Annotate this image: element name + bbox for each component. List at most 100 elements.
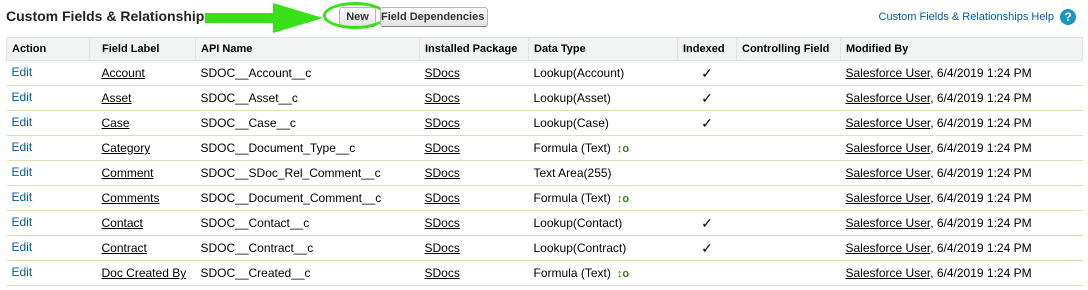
column-header-api-name[interactable]: API Name: [195, 37, 420, 61]
package-link[interactable]: SDocs: [425, 66, 460, 80]
section-header: Custom Fields & Relationships New Field …: [0, 0, 1088, 36]
api-name: SDOC__Document_Comment__c: [195, 185, 420, 211]
modified-by-user-link[interactable]: Salesforce User: [846, 66, 931, 80]
package-link[interactable]: SDocs: [425, 91, 460, 105]
data-type: Text Area(255): [533, 166, 612, 180]
indexed-check: ✓: [677, 110, 737, 136]
data-type: Lookup(Asset): [533, 91, 611, 105]
indexed-check: [677, 260, 737, 286]
indexed-check: ✓: [677, 235, 737, 261]
field-label-link[interactable]: Contact: [102, 216, 143, 230]
table-row: Edit Asset SDOC__Asset__c SDocs Lookup(A…: [6, 85, 1083, 111]
field-label-link[interactable]: Comments: [102, 191, 160, 205]
table-row: Edit Contact SDOC__Contact__c SDocs Look…: [6, 210, 1083, 236]
table-row: Edit Comments SDOC__Document_Comment__c …: [6, 185, 1083, 211]
indexed-check: ✓: [677, 85, 737, 111]
formula-icon: ↕o: [616, 143, 630, 155]
api-name: SDOC__Case__c: [195, 110, 420, 136]
controlling-field: [736, 135, 841, 161]
controlling-field: [736, 85, 841, 111]
edit-link[interactable]: Edit: [12, 165, 33, 179]
edit-link[interactable]: Edit: [12, 265, 33, 279]
indexed-check: [677, 160, 737, 186]
field-label-link[interactable]: Account: [102, 66, 145, 80]
column-header-data-type[interactable]: Data Type: [528, 37, 678, 61]
data-type: Formula (Text): [533, 191, 611, 205]
data-type: Formula (Text): [533, 266, 611, 280]
field-dependencies-label: Field Dependencies: [381, 11, 485, 23]
modified-by-user-link[interactable]: Salesforce User: [846, 141, 931, 155]
modified-by-user-link[interactable]: Salesforce User: [846, 91, 931, 105]
column-header-action[interactable]: Action: [6, 37, 90, 61]
column-header-field-label[interactable]: Field Label: [89, 37, 196, 61]
field-label-link[interactable]: Contract: [102, 241, 147, 255]
package-link[interactable]: SDocs: [425, 166, 460, 180]
modified-date: , 6/4/2019 1:24 PM: [930, 166, 1032, 180]
edit-link[interactable]: Edit: [12, 190, 33, 204]
field-label-link[interactable]: Category: [102, 141, 151, 155]
modified-by-user-link[interactable]: Salesforce User: [846, 266, 931, 280]
data-type: Lookup(Account): [533, 66, 625, 80]
api-name: SDOC__Account__c: [195, 60, 420, 86]
edit-link[interactable]: Edit: [12, 65, 33, 79]
data-type: Lookup(Case): [533, 116, 609, 130]
controlling-field: [736, 210, 841, 236]
edit-link[interactable]: Edit: [12, 90, 33, 104]
edit-link[interactable]: Edit: [12, 140, 33, 154]
modified-by-user-link[interactable]: Salesforce User: [846, 116, 931, 130]
modified-by-user-link[interactable]: Salesforce User: [846, 216, 931, 230]
modified-date: , 6/4/2019 1:24 PM: [930, 116, 1032, 130]
formula-icon: ↕o: [616, 193, 630, 205]
indexed-check: [677, 185, 737, 211]
column-header-modified-by[interactable]: Modified By: [840, 37, 1083, 61]
package-link[interactable]: SDocs: [425, 141, 460, 155]
table-row: Edit Comment SDOC__SDoc_Rel_Comment__c S…: [6, 160, 1083, 186]
data-type: Formula (Text): [533, 141, 611, 155]
modified-date: , 6/4/2019 1:24 PM: [930, 141, 1032, 155]
indexed-check: ✓: [677, 210, 737, 236]
modified-date: , 6/4/2019 1:24 PM: [930, 241, 1032, 255]
edit-link[interactable]: Edit: [12, 240, 33, 254]
field-label-link[interactable]: Asset: [102, 91, 132, 105]
modified-date: , 6/4/2019 1:24 PM: [930, 191, 1032, 205]
package-link[interactable]: SDocs: [425, 241, 460, 255]
section-title: Custom Fields & Relationships: [6, 8, 213, 24]
api-name: SDOC__SDoc_Rel_Comment__c: [195, 160, 420, 186]
api-name: SDOC__Contact__c: [195, 210, 420, 236]
package-link[interactable]: SDocs: [425, 191, 460, 205]
modified-by-user-link[interactable]: Salesforce User: [846, 241, 931, 255]
table-row: Edit Contract SDOC__Contract__c SDocs Lo…: [6, 235, 1083, 261]
indexed-check: [677, 135, 737, 161]
table-row: Edit Case SDOC__Case__c SDocs Lookup(Cas…: [6, 110, 1083, 136]
api-name: SDOC__Contract__c: [195, 235, 420, 261]
data-type: Lookup(Contract): [533, 241, 627, 255]
field-label-link[interactable]: Comment: [102, 166, 154, 180]
controlling-field: [736, 160, 841, 186]
api-name: SDOC__Asset__c: [195, 85, 420, 111]
modified-date: , 6/4/2019 1:24 PM: [930, 91, 1032, 105]
package-link[interactable]: SDocs: [425, 266, 460, 280]
annotation-circle: [323, 2, 387, 29]
column-header-controlling-field[interactable]: Controlling Field: [736, 37, 841, 61]
field-label-link[interactable]: Doc Created By: [102, 266, 187, 280]
edit-link[interactable]: Edit: [12, 215, 33, 229]
column-header-indexed[interactable]: Indexed: [677, 37, 737, 61]
edit-link[interactable]: Edit: [12, 115, 33, 129]
field-label-link[interactable]: Case: [102, 116, 130, 130]
api-name: SDOC__Document_Type__c: [195, 135, 420, 161]
table-row: Edit Category SDOC__Document_Type__c SDo…: [6, 135, 1083, 161]
modified-by-user-link[interactable]: Salesforce User: [846, 191, 931, 205]
modified-by-user-link[interactable]: Salesforce User: [846, 166, 931, 180]
annotation-arrow: [205, 3, 323, 33]
field-dependencies-button[interactable]: Field Dependencies: [380, 7, 488, 27]
help-icon[interactable]: ?: [1060, 9, 1076, 25]
column-header-installed-package[interactable]: Installed Package: [419, 37, 529, 61]
formula-icon: ↕o: [616, 268, 630, 280]
controlling-field: [736, 110, 841, 136]
help-link[interactable]: Custom Fields & Relationships Help: [879, 11, 1054, 23]
package-link[interactable]: SDocs: [425, 216, 460, 230]
controlling-field: [736, 235, 841, 261]
controlling-field: [736, 260, 841, 286]
package-link[interactable]: SDocs: [425, 116, 460, 130]
controlling-field: [736, 185, 841, 211]
